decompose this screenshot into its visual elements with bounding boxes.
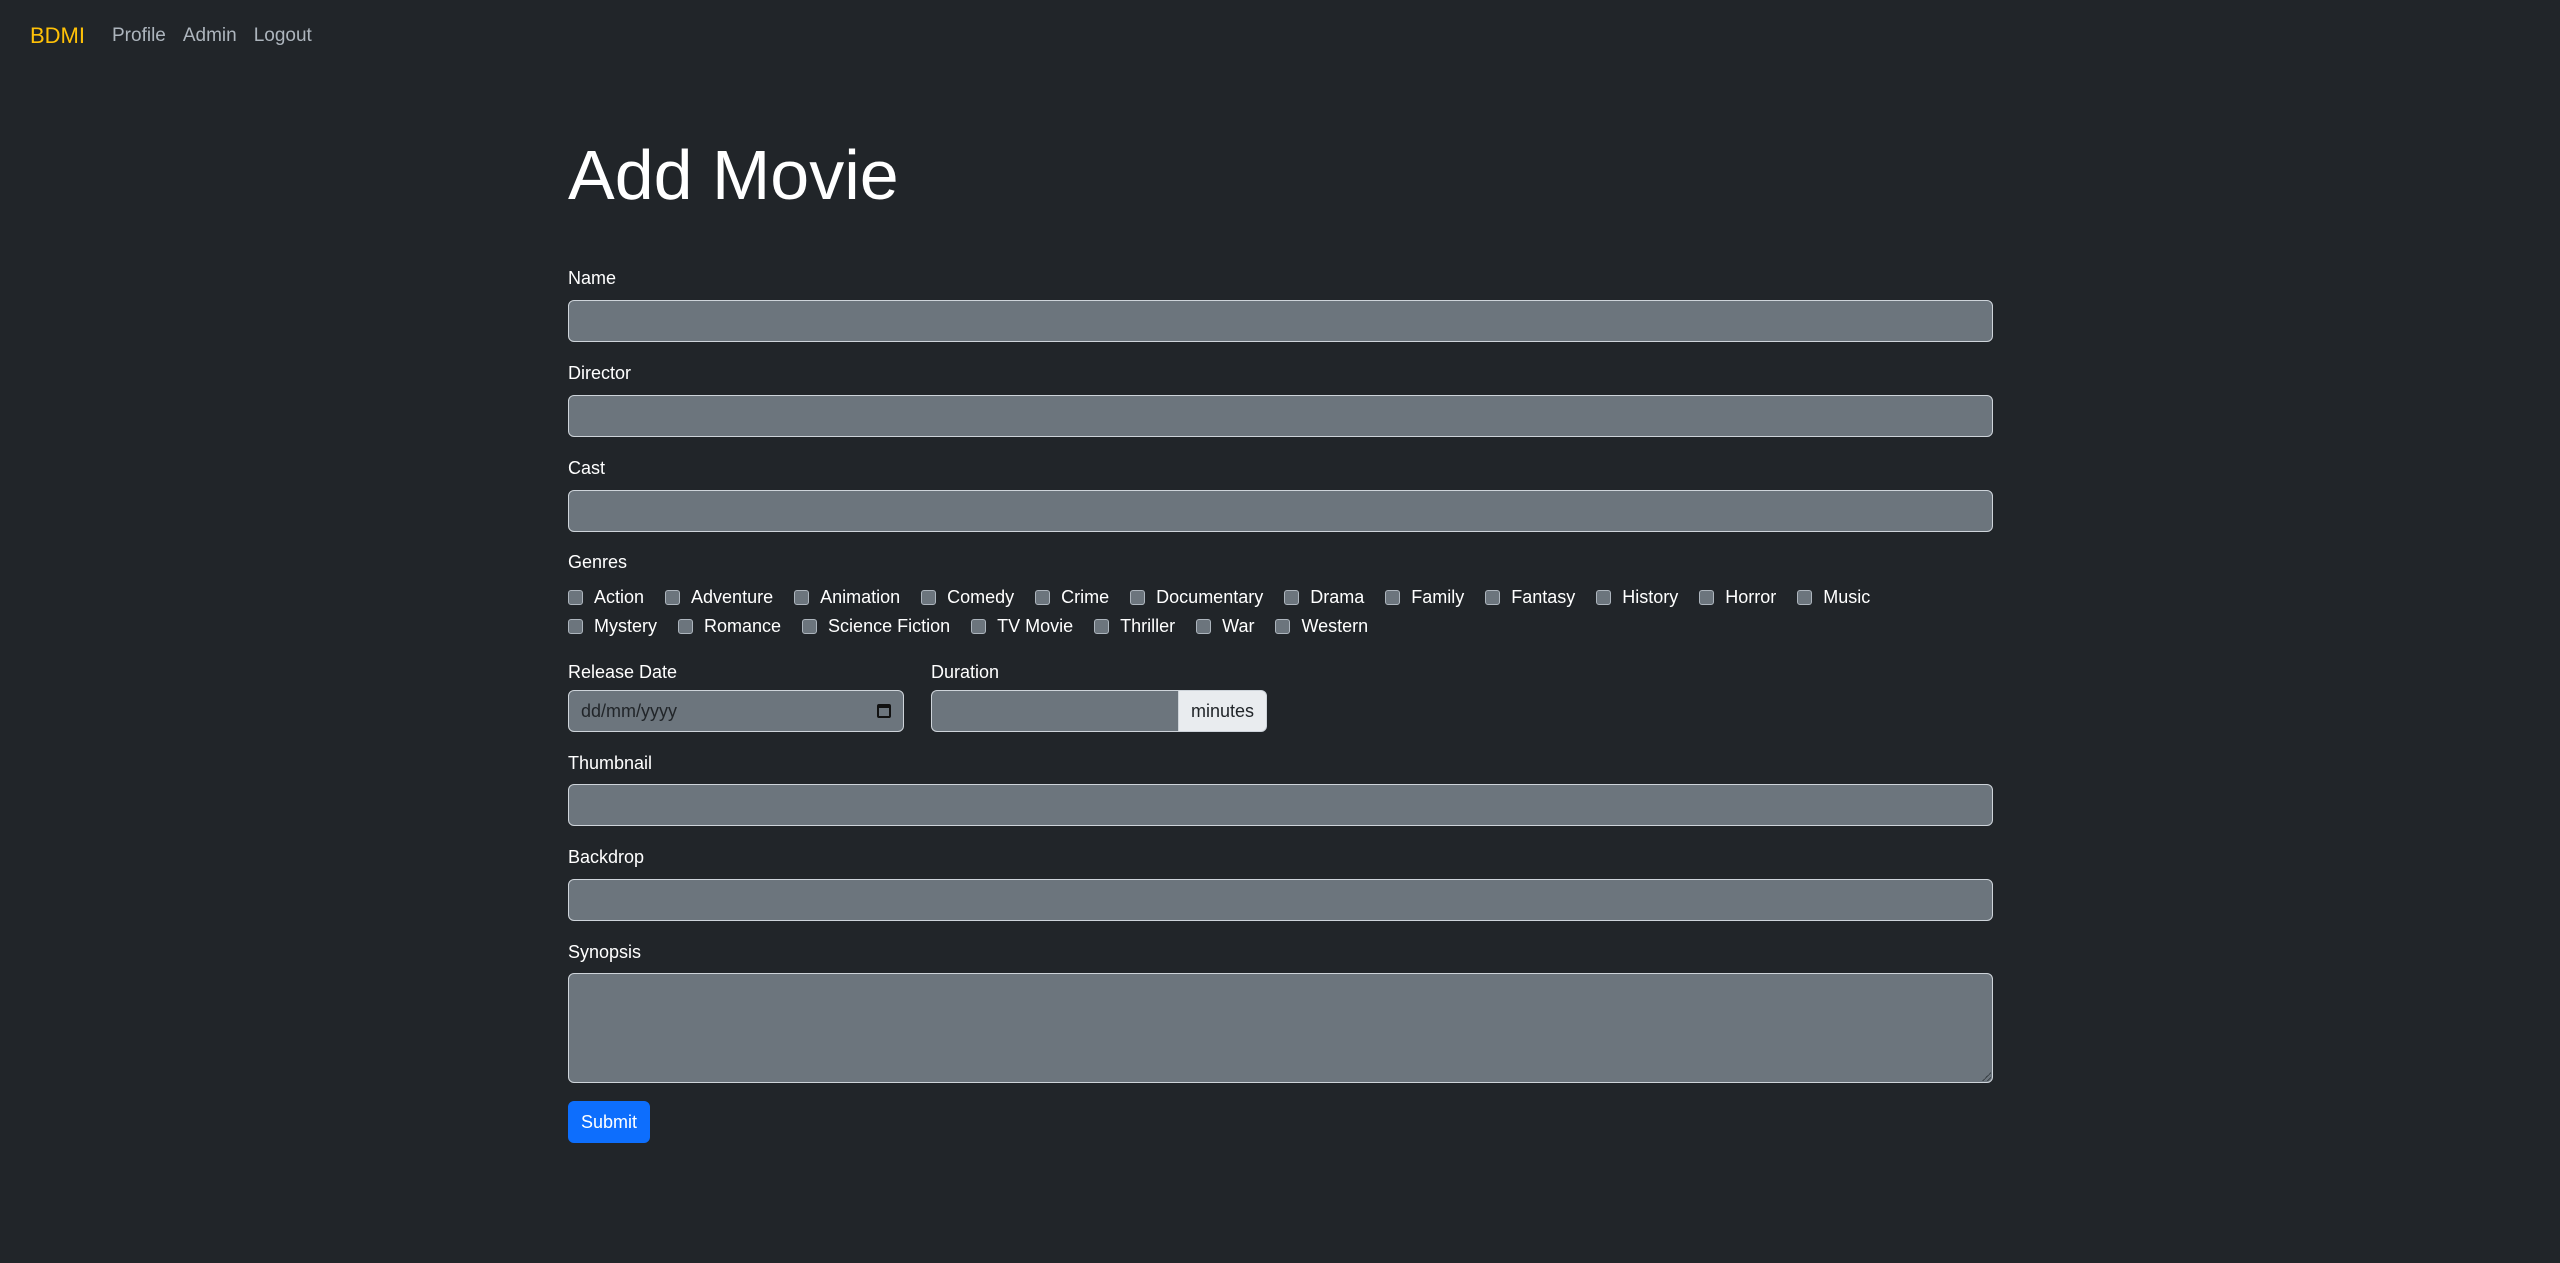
genre-checkbox[interactable]: [794, 589, 810, 605]
genre-checkbox[interactable]: [1196, 618, 1212, 634]
genre-checkbox[interactable]: [921, 589, 937, 605]
genre-option-thriller[interactable]: Thriller: [1094, 616, 1175, 637]
genre-label: Family: [1411, 586, 1465, 607]
genres-row-1: Action Adventure Animation Comedy Crime …: [568, 586, 1891, 608]
genre-label: Thriller: [1120, 615, 1176, 636]
genre-label: Animation: [820, 586, 901, 607]
genre-checkbox[interactable]: [1385, 589, 1401, 605]
genre-label: Science Fiction: [828, 615, 951, 636]
genre-checkbox[interactable]: [971, 618, 987, 634]
thumbnail-label: Thumbnail: [568, 753, 653, 773]
genres-row-2: Mystery Romance Science Fiction TV Movie…: [568, 615, 1389, 637]
genre-label: Horror: [1725, 586, 1777, 607]
thumbnail-input[interactable]: [568, 784, 1993, 826]
genre-checkbox[interactable]: [1797, 589, 1813, 605]
genre-option-action[interactable]: Action: [568, 587, 644, 608]
synopsis-label: Synopsis: [568, 942, 642, 962]
genre-label: Action: [594, 586, 645, 607]
genre-label: Comedy: [947, 586, 1015, 607]
nav-link-profile[interactable]: Profile: [112, 25, 166, 47]
duration-label: Duration: [931, 662, 1000, 682]
calendar-icon[interactable]: [877, 704, 891, 718]
genre-option-fantasy[interactable]: Fantasy: [1485, 587, 1575, 608]
backdrop-label: Backdrop: [568, 847, 645, 867]
genre-option-crime[interactable]: Crime: [1035, 587, 1109, 608]
genre-option-western[interactable]: Western: [1275, 616, 1368, 637]
genres-label: Genres: [568, 552, 628, 572]
date-placeholder: dd/mm/yyyy: [581, 700, 678, 721]
backdrop-input[interactable]: [568, 879, 1993, 921]
genre-checkbox[interactable]: [1275, 618, 1291, 634]
duration-input[interactable]: [931, 690, 1178, 732]
navbar: BDMI Profile Admin Logout: [30, 22, 329, 50]
genre-checkbox[interactable]: [1284, 589, 1300, 605]
duration-unit-addon: minutes: [1178, 690, 1267, 732]
genre-option-drama[interactable]: Drama: [1284, 587, 1364, 608]
nav-link-admin[interactable]: Admin: [183, 25, 237, 47]
synopsis-textarea[interactable]: [568, 973, 1993, 1083]
name-label: Name: [568, 268, 617, 288]
genre-option-documentary[interactable]: Documentary: [1130, 587, 1263, 608]
resize-grip-icon[interactable]: [1981, 1071, 1991, 1081]
genre-checkbox[interactable]: [568, 589, 583, 605]
genre-checkbox[interactable]: [1485, 589, 1501, 605]
release-date-label: Release Date: [568, 662, 678, 682]
submit-button[interactable]: Submit: [568, 1101, 650, 1143]
director-input[interactable]: [568, 395, 1993, 437]
genre-label: History: [1622, 586, 1679, 607]
genre-checkbox[interactable]: [1130, 589, 1146, 605]
genre-label: Mystery: [594, 615, 657, 636]
genre-label: Adventure: [691, 586, 774, 607]
name-input[interactable]: [568, 300, 1993, 342]
brand-link[interactable]: BDMI: [30, 23, 85, 49]
genre-label: Romance: [704, 615, 782, 636]
genre-option-comedy[interactable]: Comedy: [921, 587, 1014, 608]
genre-label: Drama: [1310, 586, 1365, 607]
genre-option-history[interactable]: History: [1596, 587, 1678, 608]
genre-label: Crime: [1061, 586, 1110, 607]
genre-label: Western: [1301, 615, 1369, 636]
genre-checkbox[interactable]: [1035, 589, 1051, 605]
genre-checkbox[interactable]: [1094, 618, 1110, 634]
genre-option-adventure[interactable]: Adventure: [665, 587, 773, 608]
genre-checkbox[interactable]: [678, 618, 693, 634]
genre-checkbox[interactable]: [802, 618, 818, 634]
genre-option-war[interactable]: War: [1196, 616, 1254, 637]
nav-link-logout[interactable]: Logout: [254, 25, 312, 47]
genre-label: Documentary: [1156, 586, 1264, 607]
genre-checkbox[interactable]: [1596, 589, 1612, 605]
cast-input[interactable]: [568, 490, 1993, 532]
genre-option-mystery[interactable]: Mystery: [568, 616, 657, 637]
page-title: Add Movie: [568, 136, 899, 214]
genre-checkbox[interactable]: [568, 618, 583, 634]
genre-option-romance[interactable]: Romance: [678, 616, 781, 637]
genre-label: War: [1222, 615, 1255, 636]
genre-label: Fantasy: [1511, 586, 1576, 607]
genre-option-science-fiction[interactable]: Science Fiction: [802, 616, 950, 637]
genre-option-family[interactable]: Family: [1385, 587, 1464, 608]
genre-label: Music: [1823, 586, 1871, 607]
genre-option-tv-movie[interactable]: TV Movie: [971, 616, 1073, 637]
genre-checkbox[interactable]: [665, 589, 681, 605]
genre-checkbox[interactable]: [1699, 589, 1715, 605]
genre-option-horror[interactable]: Horror: [1699, 587, 1776, 608]
genre-option-animation[interactable]: Animation: [794, 587, 900, 608]
release-date-input[interactable]: dd/mm/yyyy: [568, 690, 904, 732]
duration-input-group: minutes: [931, 690, 1267, 732]
genre-label: TV Movie: [997, 615, 1074, 636]
director-label: Director: [568, 363, 632, 383]
cast-label: Cast: [568, 458, 606, 478]
genre-option-music[interactable]: Music: [1797, 587, 1870, 608]
